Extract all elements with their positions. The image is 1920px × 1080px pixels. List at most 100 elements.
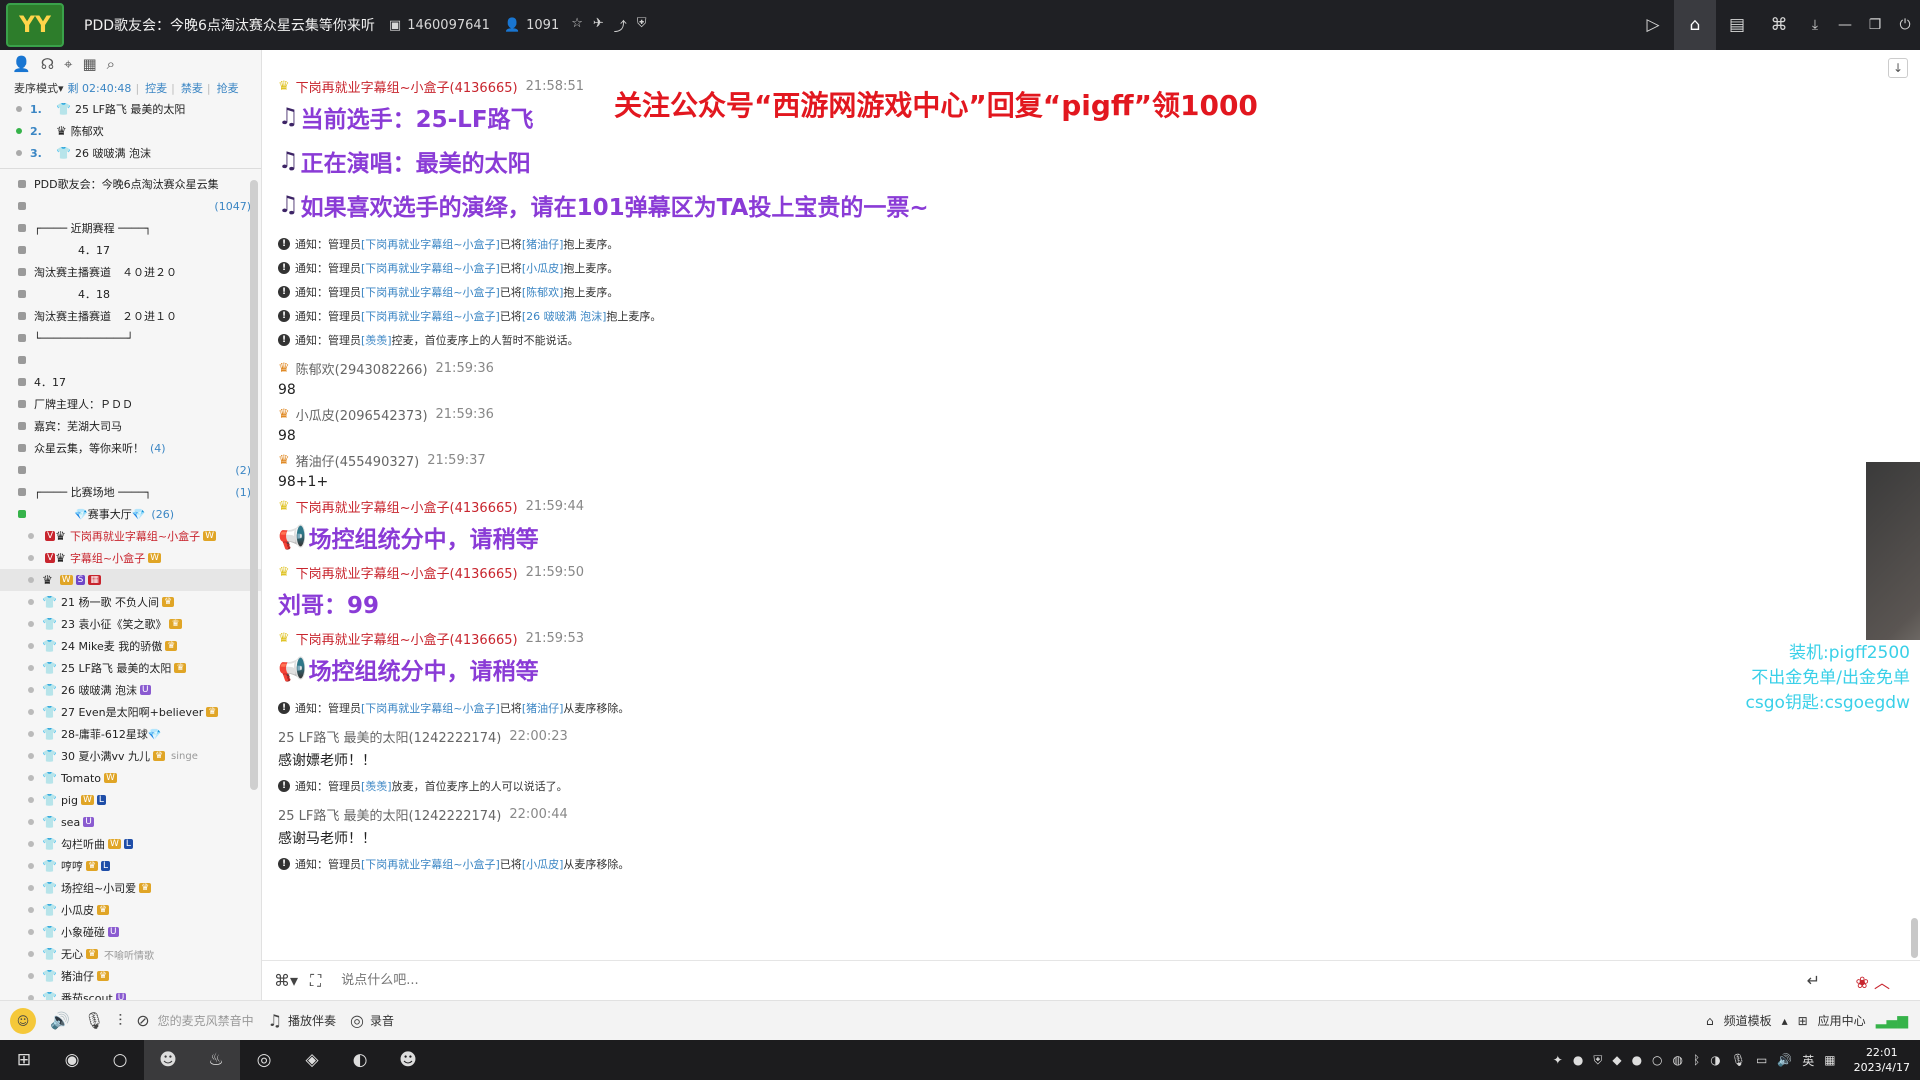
channel-item[interactable]: 嘉宾：芜湖大司马	[0, 415, 261, 437]
message-author[interactable]: 陈郁欢(2943082266)	[296, 359, 428, 378]
channel-item[interactable]: └─────────────┘	[0, 327, 261, 349]
mic-mode-select[interactable]: 麦序模式	[14, 80, 58, 96]
message-author[interactable]: 25 LF路飞 最美的太阳(1242222174)	[278, 727, 501, 746]
user-link[interactable]: [猪油仔]	[522, 700, 564, 716]
member-item[interactable]: 👕 27 Even是太阳啊+believer ♛	[0, 701, 261, 723]
gamepad-icon[interactable]: ⌘	[1758, 0, 1800, 50]
emoji-icon[interactable]: ❀ ︿	[1856, 969, 1891, 993]
member-item[interactable]: 👕 23 袁小征《笑之歌》 ♛	[0, 613, 261, 635]
sidebar-scrollbar[interactable]	[250, 180, 258, 790]
message-author[interactable]: 25 LF路飞 最美的太阳(1242222174)	[278, 805, 501, 824]
volume-icon[interactable]: 🔊	[1777, 1053, 1792, 1067]
channel-root[interactable]: PDD歌友会：今晚6点淘汰赛众星云集	[0, 173, 261, 195]
member-item[interactable]: 👕 sea U	[0, 811, 261, 833]
board-icon[interactable]: ▤	[1716, 0, 1758, 50]
app-icon[interactable]: ◎	[240, 1040, 288, 1080]
headset-icon[interactable]: ☊	[41, 55, 54, 73]
mic-icon[interactable]: 🎙	[1731, 1053, 1746, 1067]
user-link[interactable]: [羡羡]	[361, 332, 392, 348]
member-item[interactable]: 👕 24 Mike麦 我的骄傲 ♛	[0, 635, 261, 657]
accompany-button[interactable]: 播放伴奏	[288, 1012, 336, 1029]
edge-icon[interactable]: ◐	[336, 1040, 384, 1080]
channel-item[interactable]: ┌──── 比赛场地 ────┐ (1)	[0, 481, 261, 503]
video-icon[interactable]: ▷	[1632, 0, 1674, 50]
channel-item[interactable]: (2)	[0, 459, 261, 481]
record-button[interactable]: 录音	[370, 1012, 394, 1029]
tray-icon[interactable]: ○	[1652, 1053, 1662, 1067]
app-center-button[interactable]: 应用中心	[1818, 1012, 1866, 1029]
member-item[interactable]: 👕 哼哼 ♛ L	[0, 855, 261, 877]
plane-icon[interactable]: ✈	[593, 16, 604, 35]
minimize-button[interactable]: —	[1830, 0, 1860, 50]
member-item[interactable]: 👕 21 杨一歌 不负人间 ♛	[0, 591, 261, 613]
channel-item[interactable]: 4．18	[0, 283, 261, 305]
member-item[interactable]: 👕 pig W L	[0, 789, 261, 811]
app-icon[interactable]: ○	[96, 1040, 144, 1080]
home-icon[interactable]: ⌂	[1674, 0, 1716, 50]
windows-start-icon[interactable]: ⊞	[0, 1040, 48, 1080]
member-item[interactable]: 👕 场控组~小司爱 ♛	[0, 877, 261, 899]
user-link[interactable]: [羡羡]	[361, 778, 392, 794]
yy-app-icon[interactable]: ☻	[144, 1040, 192, 1080]
gamepad-icon[interactable]: ⌘▾	[274, 971, 298, 990]
queue-item[interactable]: 3. 👕 26 啵啵满 泡沫	[0, 142, 261, 164]
system-clock[interactable]: 22:01 2023/4/17	[1854, 1045, 1910, 1075]
download-icon[interactable]: ⤓	[1800, 0, 1830, 50]
member-item[interactable]: 👕 小瓜皮 ♛	[0, 899, 261, 921]
tray-icon[interactable]: ⛨	[1593, 1053, 1602, 1068]
message-author[interactable]: 下岗再就业字幕组~小盒子(4136665)	[296, 629, 518, 648]
music-icon[interactable]: ♫	[268, 1011, 282, 1030]
scroll-down-icon[interactable]: ↓	[1888, 58, 1908, 78]
channel-item[interactable]: 淘汰赛主播赛道 ２０进１０	[0, 305, 261, 327]
chat-scrollbar[interactable]	[1911, 918, 1918, 958]
favorite-icon[interactable]: ☆	[571, 16, 583, 35]
member-item[interactable]: 👕 28-庸菲-612星球 💎	[0, 723, 261, 745]
user-link[interactable]: [猪油仔]	[522, 236, 564, 252]
message-author[interactable]: 下岗再就业字幕组~小盒子(4136665)	[296, 77, 518, 96]
apps-icon[interactable]: ⊞	[1798, 1014, 1808, 1028]
record-icon[interactable]: ◎	[350, 1011, 364, 1030]
user-link[interactable]: [下岗再就业字幕组~小盒子]	[361, 260, 500, 276]
network-icon[interactable]: ▭	[1756, 1053, 1767, 1067]
control-mic-button[interactable]: 控麦	[145, 80, 167, 96]
queue-item[interactable]: 1. 👕 25 LF路飞 最美的太阳	[0, 98, 261, 120]
send-icon[interactable]: ↵	[1807, 971, 1820, 990]
channel-template-button[interactable]: 频道模板	[1724, 1012, 1772, 1029]
user-link[interactable]: [下岗再就业字幕组~小盒子]	[361, 700, 500, 716]
equalizer-icon[interactable]: ⫶	[118, 1011, 122, 1031]
user-link[interactable]: [陈郁欢]	[522, 284, 564, 300]
member-item[interactable]: V ♛ 下岗再就业字幕组~小盒子 W	[0, 525, 261, 547]
mic-off-icon[interactable]: ⊘	[136, 1011, 149, 1030]
channel-item[interactable]: ┌──── 近期赛程 ────┐	[0, 217, 261, 239]
shield-icon[interactable]: ⛨	[637, 16, 647, 35]
share-icon[interactable]: ⤴	[614, 16, 627, 35]
steam-icon[interactable]: ♨	[192, 1040, 240, 1080]
tray-icon[interactable]: ✦	[1553, 1053, 1563, 1067]
member-item[interactable]: 👕 番茄scout U	[0, 987, 261, 1000]
channel-item[interactable]: 4．17	[0, 239, 261, 261]
member-item[interactable]: 👕 26 啵啵满 泡沫 U	[0, 679, 261, 701]
member-item[interactable]: V ♛ 字幕组~小盒子 W	[0, 547, 261, 569]
message-author[interactable]: 下岗再就业字幕组~小盒子(4136665)	[296, 563, 518, 582]
location-icon[interactable]: ⌖	[64, 55, 72, 73]
search-icon[interactable]: ⌕	[107, 55, 115, 73]
chat-input[interactable]	[341, 973, 1542, 988]
user-link[interactable]: [下岗再就业字幕组~小盒子]	[361, 856, 500, 872]
queue-item[interactable]: 2. ♛ 陈郁欢	[0, 120, 261, 142]
tray-icon[interactable]: ●	[1632, 1053, 1642, 1067]
message-author[interactable]: 下岗再就业字幕组~小盒子(4136665)	[296, 497, 518, 516]
translate-icon[interactable]: ⛶	[310, 971, 321, 991]
chevron-up-icon[interactable]: ▴	[1782, 1014, 1788, 1028]
channel-item[interactable]	[0, 349, 261, 371]
keyboard-icon[interactable]: ▦	[1824, 1053, 1835, 1067]
user-link[interactable]: [下岗再就业字幕组~小盒子]	[361, 308, 500, 324]
yy-app-icon[interactable]: ☻	[384, 1040, 432, 1080]
user-link[interactable]: [26 啵啵满 泡沫]	[522, 308, 607, 324]
app-icon[interactable]: ◈	[288, 1040, 336, 1080]
user-link[interactable]: [下岗再就业字幕组~小盒子]	[361, 284, 500, 300]
mic-muted-icon[interactable]: 🎙	[84, 1011, 104, 1030]
ban-mic-button[interactable]: 禁麦	[181, 80, 203, 96]
channel-item[interactable]: 4．17	[0, 371, 261, 393]
message-author[interactable]: 小瓜皮(2096542373)	[296, 405, 428, 424]
user-link[interactable]: [小瓜皮]	[522, 856, 564, 872]
